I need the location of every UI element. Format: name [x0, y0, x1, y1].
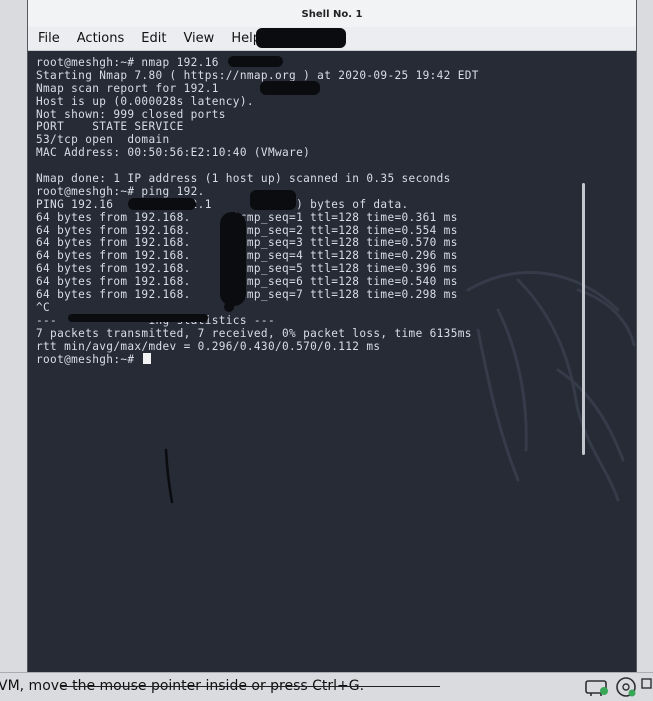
terminal-line: MAC Address: 00:50:56:E2:10:40 (VMware): [36, 146, 311, 160]
cd-drive-icon[interactable]: [614, 676, 638, 698]
redaction-mark: [260, 81, 320, 95]
text-cursor: [143, 353, 152, 365]
usb-icon[interactable]: [640, 676, 653, 698]
terminal-line: root@meshgh:~# nmap 192.16: [36, 56, 219, 69]
menu-view[interactable]: View: [183, 31, 214, 46]
terminal-line: 64 bytes from 192.168. icmp_seq=1 ttl=12…: [36, 210, 458, 224]
network-adapter-icon[interactable]: [584, 676, 610, 698]
terminal-line: Nmap scan report for 192.1: [36, 81, 219, 95]
menu-edit[interactable]: Edit: [141, 31, 166, 46]
terminal-line: ^C: [36, 300, 51, 314]
terminal-window: Shell No. 1 File Actions Edit View Help …: [27, 0, 637, 672]
redaction-mark: [256, 28, 346, 48]
terminal-line: Starting Nmap 7.80 ( https://nmap.org ) …: [36, 68, 479, 82]
redaction-mark: [224, 302, 234, 312]
terminal-line: 7 packets transmitted, 7 received, 0% pa…: [36, 326, 472, 340]
terminal-line: PING 192.16 (192.1 56(84) bytes of data.: [36, 197, 409, 211]
redaction-mark: [250, 190, 296, 210]
redaction-mark: [228, 56, 283, 67]
window-title: Shell No. 1: [28, 0, 636, 27]
terminal-prompt: root@meshgh:~#: [36, 353, 142, 367]
terminal-line: Host is up (0.000028s latency).: [36, 94, 254, 108]
terminal-prompt-line[interactable]: root@meshgh:~#: [36, 353, 606, 366]
terminal-line: rtt min/avg/max/mdev = 0.296/0.430/0.570…: [36, 339, 381, 353]
pen-stroke-mark: [164, 448, 174, 504]
status-underline: [60, 686, 440, 687]
terminal-line: root@meshgh:~# ping 192.: [36, 184, 205, 198]
redaction-mark: [128, 198, 196, 210]
terminal-line: 64 bytes from 192.168. icmp_seq=7 ttl=12…: [36, 288, 458, 302]
terminal-line: Nmap done: 1 IP address (1 host up) scan…: [36, 172, 451, 186]
terminal-output[interactable]: root@meshgh:~# nmap 192.16 Starting Nmap…: [36, 56, 606, 672]
menu-actions[interactable]: Actions: [77, 31, 125, 46]
terminal-scrollbar[interactable]: [582, 183, 585, 455]
menu-file[interactable]: File: [38, 31, 60, 46]
redaction-mark: [220, 212, 246, 306]
redaction-mark: [68, 314, 208, 322]
